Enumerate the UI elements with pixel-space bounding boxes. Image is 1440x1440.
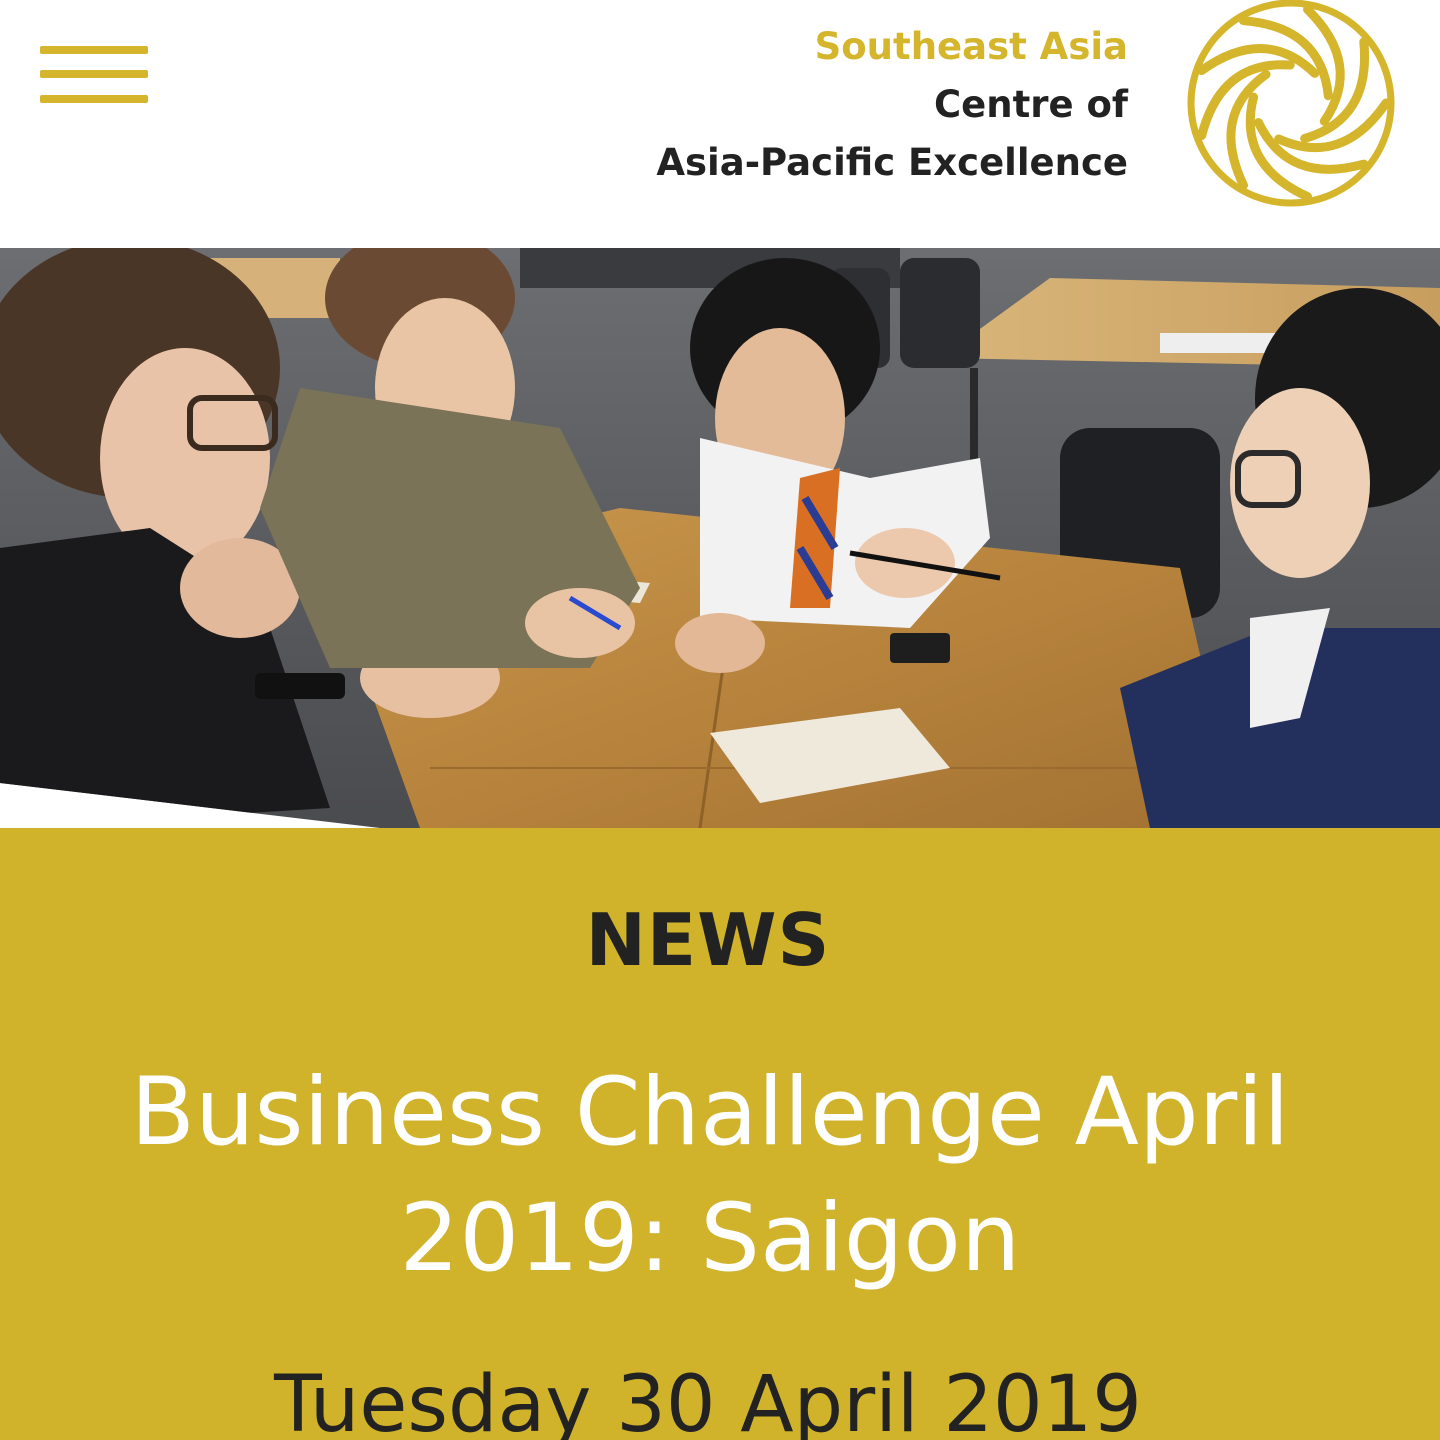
article-date: Tuesday 30 April 2019 <box>274 1360 1142 1440</box>
menu-bar <box>40 70 148 78</box>
section-label[interactable]: NEWS <box>0 898 1416 982</box>
article-title: Business Challenge April 2019: Saigon <box>130 1058 1290 1293</box>
brand-line-region: Southeast Asia <box>814 25 1128 68</box>
menu-bar <box>40 46 148 54</box>
spiral-logo-icon[interactable] <box>1183 0 1399 208</box>
brand-line-centre: Centre of <box>933 83 1128 126</box>
hero-photo <box>0 248 1440 828</box>
photo-content <box>0 248 1440 828</box>
menu-bar <box>40 95 148 103</box>
site-header: Southeast Asia Centre of Asia-Pacific Ex… <box>0 0 1440 250</box>
hamburger-menu-icon[interactable] <box>40 46 148 106</box>
brand-line-excellence: Asia-Pacific Excellence <box>656 141 1128 184</box>
logo-swirl <box>1197 4 1391 202</box>
brand-name[interactable]: Southeast Asia Centre of Asia-Pacific Ex… <box>656 18 1128 192</box>
